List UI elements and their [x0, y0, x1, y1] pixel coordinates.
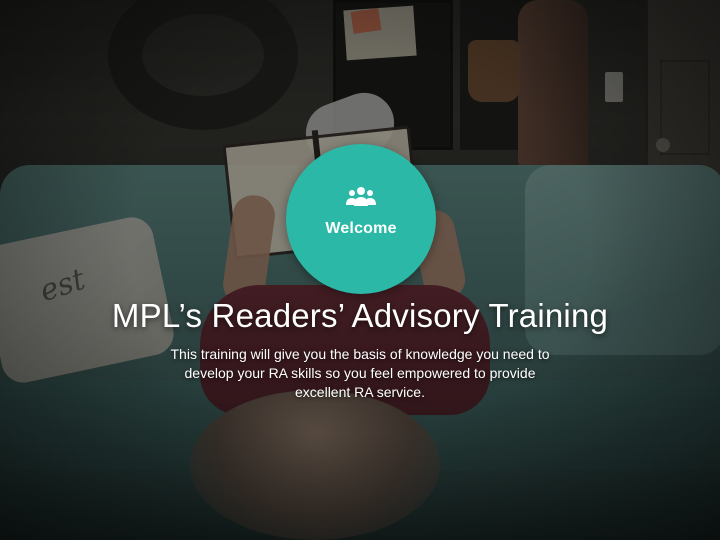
welcome-label: Welcome [325, 220, 397, 237]
welcome-button[interactable]: Welcome [286, 144, 436, 294]
description: This training will give you the basis of… [150, 345, 570, 402]
page-title: MPL’s Readers’ Advisory Training [111, 297, 609, 334]
description-line: This training will give you the basis of… [170, 346, 550, 362]
description-line: develop your RA skills so you feel empow… [184, 365, 536, 381]
people-group-icon [346, 186, 376, 208]
description-line: excellent RA service. [295, 384, 425, 400]
slide: est Welcome MPL’s Readers’ Advisory Trai… [0, 0, 720, 540]
